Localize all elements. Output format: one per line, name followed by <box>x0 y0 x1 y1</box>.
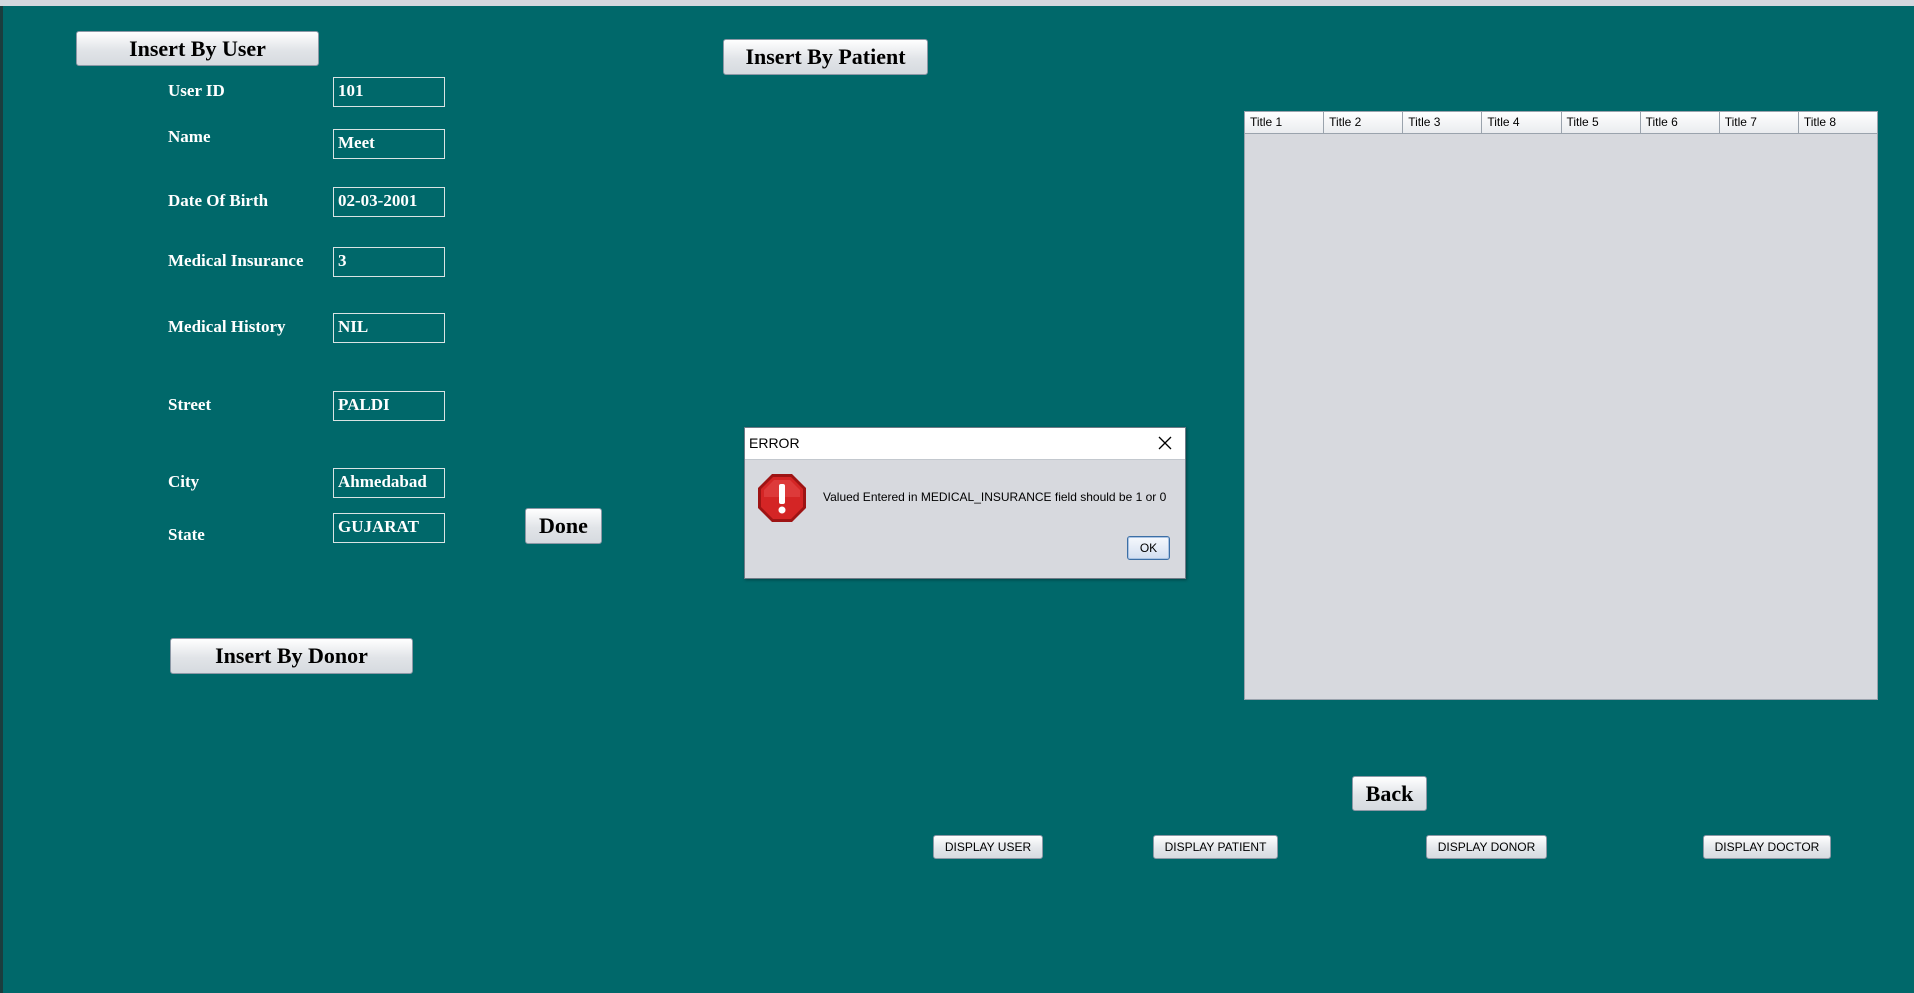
ok-button[interactable]: OK <box>1127 536 1170 560</box>
done-button[interactable]: Done <box>525 508 602 544</box>
user-id-field[interactable]: 101 <box>333 77 445 107</box>
table-column-header[interactable]: Title 8 <box>1798 112 1877 133</box>
table-column-header[interactable]: Title 2 <box>1324 112 1404 133</box>
insert-by-donor-button[interactable]: Insert By Donor <box>170 638 413 674</box>
insert-by-patient-button[interactable]: Insert By Patient <box>723 39 928 75</box>
street-field[interactable]: PALDI <box>333 391 445 421</box>
table-header: Title 1 Title 2 Title 3 Title 4 Title 5 … <box>1245 112 1877 134</box>
back-button[interactable]: Back <box>1352 776 1427 811</box>
state-field[interactable]: GUJARAT <box>333 513 445 543</box>
medical-insurance-field[interactable]: 3 <box>333 247 445 277</box>
city-field[interactable]: Ahmedabad <box>333 468 445 498</box>
state-label: State <box>168 525 205 544</box>
data-table[interactable]: Title 1 Title 2 Title 3 Title 4 Title 5 … <box>1244 111 1878 700</box>
window-left-border <box>0 6 3 993</box>
display-donor-button[interactable]: DISPLAY DONOR <box>1426 835 1547 859</box>
medical-insurance-label: Medical Insurance <box>168 251 304 270</box>
user-id-label: User ID <box>168 81 225 100</box>
name-label: Name <box>168 127 211 146</box>
error-dialog: ERROR Valued Entered in MEDICAL_INSURANC… <box>744 427 1186 579</box>
city-label: City <box>168 472 200 491</box>
table-column-header[interactable]: Title 4 <box>1482 112 1562 133</box>
window-top-border <box>0 0 1914 6</box>
close-icon[interactable] <box>1151 430 1179 456</box>
name-field[interactable]: Meet <box>333 129 445 159</box>
table-column-header[interactable]: Title 6 <box>1640 112 1720 133</box>
table-column-header[interactable]: Title 5 <box>1561 112 1641 133</box>
display-doctor-button[interactable]: DISPLAY DOCTOR <box>1703 835 1831 859</box>
display-patient-button[interactable]: DISPLAY PATIENT <box>1153 835 1278 859</box>
medical-history-label: Medical History <box>168 317 286 336</box>
table-column-header[interactable]: Title 1 <box>1245 112 1325 133</box>
dialog-message: Valued Entered in MEDICAL_INSURANCE fiel… <box>823 490 1167 504</box>
street-label: Street <box>168 395 212 414</box>
medical-history-field[interactable]: NIL <box>333 313 445 343</box>
error-stop-icon <box>757 473 807 523</box>
table-column-header[interactable]: Title 3 <box>1403 112 1483 133</box>
display-user-button[interactable]: DISPLAY USER <box>933 835 1043 859</box>
insert-by-user-button[interactable]: Insert By User <box>76 31 319 66</box>
dialog-title-bar[interactable]: ERROR <box>745 428 1185 460</box>
dob-label: Date Of Birth <box>168 191 269 210</box>
dob-field[interactable]: 02-03-2001 <box>333 187 445 217</box>
table-column-header[interactable]: Title 7 <box>1719 112 1799 133</box>
dialog-title: ERROR <box>749 435 800 451</box>
